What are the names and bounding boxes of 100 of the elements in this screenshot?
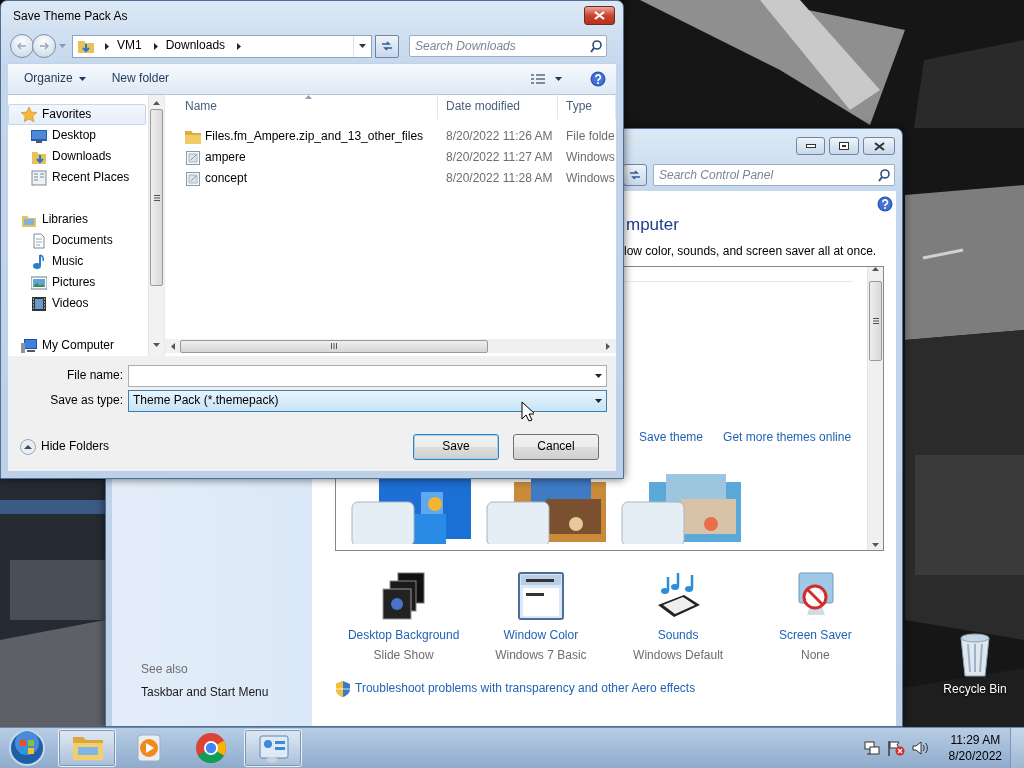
setting-value: Slide Show bbox=[373, 647, 434, 664]
type-cell-text: Windows bbox=[565, 170, 616, 187]
scroll-left-icon[interactable] bbox=[171, 342, 175, 350]
search-icon[interactable] bbox=[590, 40, 602, 53]
maximize-button[interactable] bbox=[829, 137, 859, 155]
caret-icon[interactable] bbox=[595, 399, 602, 403]
speaker-icon[interactable] bbox=[911, 740, 930, 756]
shield-icon bbox=[335, 680, 351, 698]
forward-button[interactable] bbox=[32, 34, 56, 58]
close-icon[interactable] bbox=[873, 141, 885, 151]
setting-value: Windows 7 Basic bbox=[495, 647, 587, 664]
caret-icon[interactable] bbox=[359, 44, 366, 48]
breadcrumb-item[interactable]: Downloads bbox=[159, 38, 232, 54]
start-button[interactable] bbox=[7, 729, 47, 767]
nav-item[interactable]: Videos bbox=[8, 293, 146, 314]
scroll-up-icon[interactable] bbox=[153, 101, 160, 105]
photo-stack-icon[interactable] bbox=[379, 571, 428, 621]
search-field[interactable]: Search Downloads bbox=[409, 35, 607, 57]
date-cell-text: 8/20/2022 11:27 AM bbox=[445, 149, 554, 166]
grip-icon bbox=[872, 318, 879, 324]
refresh-icon[interactable] bbox=[628, 169, 642, 181]
window-icon[interactable] bbox=[516, 571, 565, 621]
address-bar[interactable]: VM1 Downloads bbox=[72, 34, 372, 58]
toolbar-button[interactable]: New folder bbox=[105, 69, 176, 89]
close-button[interactable] bbox=[584, 5, 615, 25]
file-name[interactable]: concept bbox=[205, 170, 248, 187]
caret-icon[interactable] bbox=[555, 77, 562, 81]
scrollbar-thumb[interactable] bbox=[150, 109, 163, 286]
save-button[interactable]: Save bbox=[413, 434, 499, 460]
clock-time: 11:29 AM bbox=[950, 731, 1001, 748]
nav-item[interactable]: Music bbox=[8, 251, 146, 272]
file-type-dropdown[interactable]: Theme Pack (*.themepack) bbox=[128, 390, 607, 412]
nav-item[interactable]: Pictures bbox=[8, 272, 146, 293]
see-also-link[interactable]: Taskbar and Start Menu bbox=[141, 685, 312, 701]
cancel-button[interactable]: Cancel bbox=[513, 434, 599, 460]
scroll-up-icon[interactable] bbox=[872, 267, 879, 271]
action-center-icon[interactable] bbox=[886, 740, 905, 756]
nav-item[interactable]: Favorites bbox=[8, 104, 146, 125]
page-heading: mputer bbox=[625, 214, 680, 236]
hide-folders-button[interactable]: Hide Folders bbox=[20, 439, 110, 455]
help-icon[interactable] bbox=[877, 196, 893, 212]
see-also-heading: See also bbox=[141, 661, 189, 678]
nav-item[interactable]: Libraries bbox=[8, 209, 146, 230]
date-cell-text: 8/20/2022 11:26 AM bbox=[445, 128, 554, 145]
breadcrumb-item[interactable]: VM1 bbox=[111, 38, 148, 54]
organize-menu[interactable]: Organize bbox=[18, 69, 92, 89]
search-field[interactable]: Search Control Panel bbox=[653, 164, 895, 186]
browser-icon[interactable] bbox=[194, 731, 228, 765]
nav-item[interactable]: Downloads bbox=[8, 146, 146, 167]
scrollbar-thumb[interactable] bbox=[180, 339, 488, 353]
scroll-down-icon[interactable] bbox=[153, 343, 160, 347]
scroll-down-icon[interactable] bbox=[872, 543, 879, 547]
scroll-right-icon[interactable] bbox=[606, 342, 610, 350]
file-name-field[interactable] bbox=[128, 365, 607, 387]
chevron-icon[interactable] bbox=[105, 42, 109, 50]
chevron-icon[interactable] bbox=[153, 42, 158, 50]
file-name[interactable]: ampere bbox=[205, 149, 246, 166]
column-header[interactable]: Type bbox=[558, 95, 616, 119]
clock[interactable]: 11:29 AM 8/20/2022 bbox=[948, 731, 1002, 765]
caret-icon[interactable] bbox=[595, 374, 602, 378]
network-icon[interactable] bbox=[863, 740, 880, 756]
nav-item[interactable]: My Computer bbox=[8, 335, 146, 356]
date-cell-text: 8/20/2022 11:28 AM bbox=[445, 170, 554, 187]
music-note-icon bbox=[31, 253, 47, 270]
setting-link[interactable]: Window Color bbox=[503, 628, 579, 644]
setting-link[interactable]: Desktop Background bbox=[347, 628, 460, 644]
refresh-button[interactable] bbox=[375, 34, 399, 58]
scrollbar-thumb[interactable] bbox=[869, 281, 882, 361]
sort-arrow-icon[interactable] bbox=[305, 95, 312, 99]
desktop-icon-label[interactable]: Recycle Bin bbox=[943, 682, 1007, 698]
troubleshoot-link[interactable]: Troubleshoot problems with transparency and other Aero effects bbox=[355, 680, 696, 697]
theme-link[interactable]: Save theme bbox=[639, 430, 704, 446]
minimize-icon[interactable] bbox=[805, 144, 816, 148]
refresh-icon[interactable] bbox=[380, 40, 394, 52]
collapse-icon[interactable] bbox=[20, 439, 36, 455]
recent-places-icon bbox=[31, 169, 47, 186]
field-label: Save as type: bbox=[49, 393, 124, 409]
nav-item[interactable]: Recent Places bbox=[8, 167, 146, 188]
maximize-icon[interactable] bbox=[839, 142, 849, 150]
caret-icon[interactable] bbox=[78, 77, 86, 81]
minimize-button[interactable] bbox=[796, 137, 825, 155]
close-button[interactable] bbox=[863, 137, 895, 155]
folder-button[interactable] bbox=[58, 729, 116, 767]
search-icon[interactable] bbox=[878, 169, 890, 182]
file-name[interactable]: Files.fm_Ampere.zip_and_13_other_files bbox=[205, 128, 424, 145]
back-button[interactable] bbox=[10, 34, 34, 58]
cursor-icon bbox=[521, 401, 534, 422]
help-icon[interactable] bbox=[590, 71, 606, 87]
grip-icon bbox=[331, 343, 337, 349]
refresh-button[interactable] bbox=[623, 164, 647, 186]
chevron-icon[interactable] bbox=[237, 42, 242, 50]
nav-item[interactable]: Documents bbox=[8, 230, 146, 251]
list-view-icon[interactable] bbox=[531, 73, 545, 85]
nav-item[interactable]: Desktop bbox=[8, 125, 146, 146]
control-panel-button[interactable] bbox=[244, 729, 302, 767]
computer-icon bbox=[21, 337, 37, 354]
column-header[interactable]: Date modified bbox=[438, 95, 558, 119]
setting-link[interactable]: Screen Saver bbox=[779, 628, 852, 644]
theme-link[interactable]: Get more themes online bbox=[723, 430, 852, 446]
setting-link[interactable]: Sounds bbox=[657, 628, 699, 644]
